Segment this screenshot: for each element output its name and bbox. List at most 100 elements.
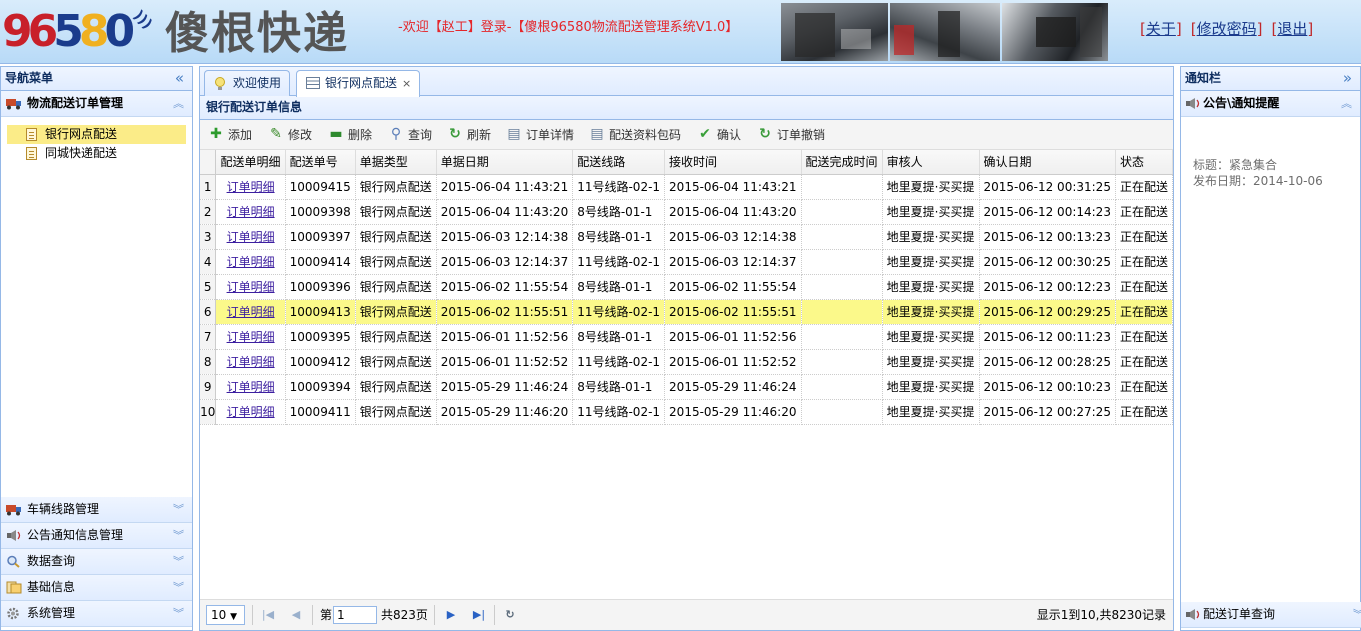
cell-done [801, 324, 883, 350]
column-header[interactable]: 状态 [1115, 150, 1174, 175]
last-page-button[interactable]: ▶| [471, 606, 487, 624]
chevron-down-icon[interactable]: ︾ [173, 523, 184, 548]
column-header[interactable]: 单据日期 [436, 150, 574, 175]
cell-no: 10009397 [285, 224, 356, 250]
cancel-order-button[interactable]: ↻ 订单撤销 [757, 126, 825, 144]
change-password-link[interactable]: 修改密码 [1197, 20, 1257, 38]
table-row[interactable]: 4 订单明细 10009414 银行网点配送 2015-06-03 12:14:37 11… [200, 249, 1174, 275]
section-system-management[interactable]: 系统管理 ︾ [1, 601, 192, 627]
add-button[interactable]: ✚ 添加 [208, 126, 252, 144]
divider [434, 605, 435, 625]
table-row[interactable]: 3 订单明细 10009397 银行网点配送 2015-06-03 12:14:38 8号… [200, 224, 1174, 250]
order-detail-button[interactable]: ▤ 订单详情 [506, 126, 574, 144]
tab-welcome[interactable]: 欢迎使用 [204, 70, 291, 96]
close-icon[interactable]: × [402, 77, 411, 90]
column-header[interactable]: 配送单明细 [215, 150, 286, 175]
tab-bank-delivery[interactable]: 银行网点配送 × [296, 70, 421, 97]
logo-digit: 8 [78, 6, 110, 57]
cell-route: 11号线路-02-1 [572, 299, 666, 325]
next-page-button[interactable]: ▶ [443, 606, 459, 624]
order-detail-link[interactable]: 订单明细 [227, 205, 275, 219]
order-detail-link[interactable]: 订单明细 [227, 355, 275, 369]
column-header[interactable]: 审核人 [882, 150, 980, 175]
refresh-button[interactable]: ↻ 刷新 [447, 126, 491, 144]
section-notice-management[interactable]: 公告通知信息管理 ︾ [1, 523, 192, 549]
cell-confirm: 2015-06-12 00:11:23 [979, 324, 1116, 350]
prev-page-button[interactable]: ◀ [288, 606, 304, 624]
cell-type: 银行网点配送 [355, 399, 437, 425]
cell-type: 银行网点配送 [355, 224, 437, 250]
cell-confirm: 2015-06-12 00:28:25 [979, 349, 1116, 375]
section-basic-info[interactable]: 基础信息 ︾ [1, 575, 192, 601]
logo: 96580 [2, 4, 135, 60]
confirm-button[interactable]: ✔ 确认 [697, 126, 741, 144]
table-row[interactable]: 6 订单明细 10009413 银行网点配送 2015-06-02 11:55:51 11… [200, 299, 1174, 325]
tree-item-city-express[interactable]: 同城快递配送 [7, 144, 186, 163]
tree-item-bank-delivery[interactable]: 银行网点配送 [7, 125, 186, 144]
table-row[interactable]: 10 订单明细 10009411 银行网点配送 2015-05-29 11:46:20 1… [200, 399, 1174, 425]
package-code-button[interactable]: ▤ 配送资料包码 [589, 126, 681, 144]
first-page-button[interactable]: |◀ [260, 606, 276, 624]
refresh-label: 刷新 [467, 128, 492, 142]
cell-recv: 2015-06-04 11:43:21 [664, 174, 802, 200]
pagination-bar: 10 ▼ |◀ ◀ 第 1 共823页 ▶ ▶| ↻ 显示1到10,共8230记… [200, 599, 1173, 630]
section-data-query[interactable]: 数据查询 ︾ [1, 549, 192, 575]
section-order-query[interactable]: 配送订单查询 ︾ [1181, 602, 1361, 628]
column-header[interactable]: 配送单号 [285, 150, 356, 175]
chevron-down-icon[interactable]: ︾ [173, 497, 184, 522]
cell-done [801, 174, 883, 200]
edit-icon: ✎ [270, 126, 282, 142]
cell-confirm: 2015-06-12 00:13:23 [979, 224, 1116, 250]
section-vehicle-route[interactable]: 车辆线路管理 ︾ [1, 497, 192, 523]
notice-title[interactable]: 标题：紧急集合 [1193, 157, 1348, 173]
chevron-down-icon[interactable]: ︾ [173, 549, 184, 574]
table-row[interactable]: 8 订单明细 10009412 银行网点配送 2015-06-01 11:52:52 11… [200, 349, 1174, 375]
column-header[interactable]: 配送完成时间 [801, 150, 883, 175]
chevron-up-icon[interactable]: ︽ [173, 91, 184, 116]
order-detail-link[interactable]: 订单明细 [227, 305, 275, 319]
cell-confirm: 2015-06-12 00:14:23 [979, 199, 1116, 225]
logout-link[interactable]: 退出 [1277, 20, 1307, 38]
divider [494, 605, 495, 625]
about-link[interactable]: 关于 [1146, 20, 1176, 38]
cell-date: 2015-06-01 11:52:56 [436, 324, 574, 350]
order-detail-link[interactable]: 订单明细 [227, 255, 275, 269]
search-button[interactable]: ⚲ 查询 [388, 126, 432, 144]
search-label: 查询 [408, 128, 433, 142]
chevron-down-icon[interactable]: ︾ [173, 601, 184, 626]
column-header[interactable]: 单据类型 [355, 150, 437, 175]
order-detail-link[interactable]: 订单明细 [227, 230, 275, 244]
row-number: 1 [200, 174, 217, 200]
page-size-select[interactable]: 10 ▼ [206, 605, 245, 625]
column-header[interactable]: 接收时间 [664, 150, 802, 175]
order-detail-link[interactable]: 订单明细 [227, 380, 275, 394]
cell-type: 银行网点配送 [355, 374, 437, 400]
cell-done [801, 199, 883, 225]
refresh-icon[interactable]: ↻ [502, 606, 518, 624]
column-header[interactable]: 确认日期 [979, 150, 1116, 175]
order-detail-link[interactable]: 订单明细 [227, 180, 275, 194]
collapse-right-icon[interactable]: » [1343, 67, 1352, 90]
chevron-up-icon[interactable]: ︽ [1341, 91, 1352, 116]
order-detail-link[interactable]: 订单明细 [227, 280, 275, 294]
chevron-down-icon[interactable]: ︾ [173, 575, 184, 600]
cell-order-detail: 订单明细 [215, 349, 286, 375]
page-input[interactable]: 1 [333, 606, 377, 624]
speaker-icon [1186, 98, 1200, 109]
table-row[interactable]: 5 订单明细 10009396 银行网点配送 2015-06-02 11:55:54 8号… [200, 274, 1174, 300]
table-row[interactable]: 1 订单明细 10009415 银行网点配送 2015-06-04 11:43:21 11… [200, 174, 1174, 200]
order-detail-link[interactable]: 订单明细 [227, 405, 275, 419]
edit-button[interactable]: ✎ 修改 [268, 126, 312, 144]
table-row[interactable]: 2 订单明细 10009398 银行网点配送 2015-06-04 11:43:20 8号… [200, 199, 1174, 225]
table-row[interactable]: 7 订单明细 10009395 银行网点配送 2015-06-01 11:52:56 8号… [200, 324, 1174, 350]
chevron-down-icon[interactable]: ︾ [1353, 602, 1361, 627]
row-number: 2 [200, 199, 217, 225]
collapse-left-icon[interactable]: « [175, 67, 184, 90]
cell-auditor: 地里夏提·买买提 [882, 174, 980, 200]
section-notice-reminder[interactable]: 公告\通知提醒 ︽ [1181, 91, 1360, 117]
column-header[interactable]: 配送线路 [572, 150, 666, 175]
section-order-management[interactable]: 物流配送订单管理 ︽ [1, 91, 192, 117]
table-row[interactable]: 9 订单明细 10009394 银行网点配送 2015-05-29 11:46:24 8号… [200, 374, 1174, 400]
order-detail-link[interactable]: 订单明细 [227, 330, 275, 344]
delete-button[interactable]: ▬ 删除 [328, 126, 372, 144]
